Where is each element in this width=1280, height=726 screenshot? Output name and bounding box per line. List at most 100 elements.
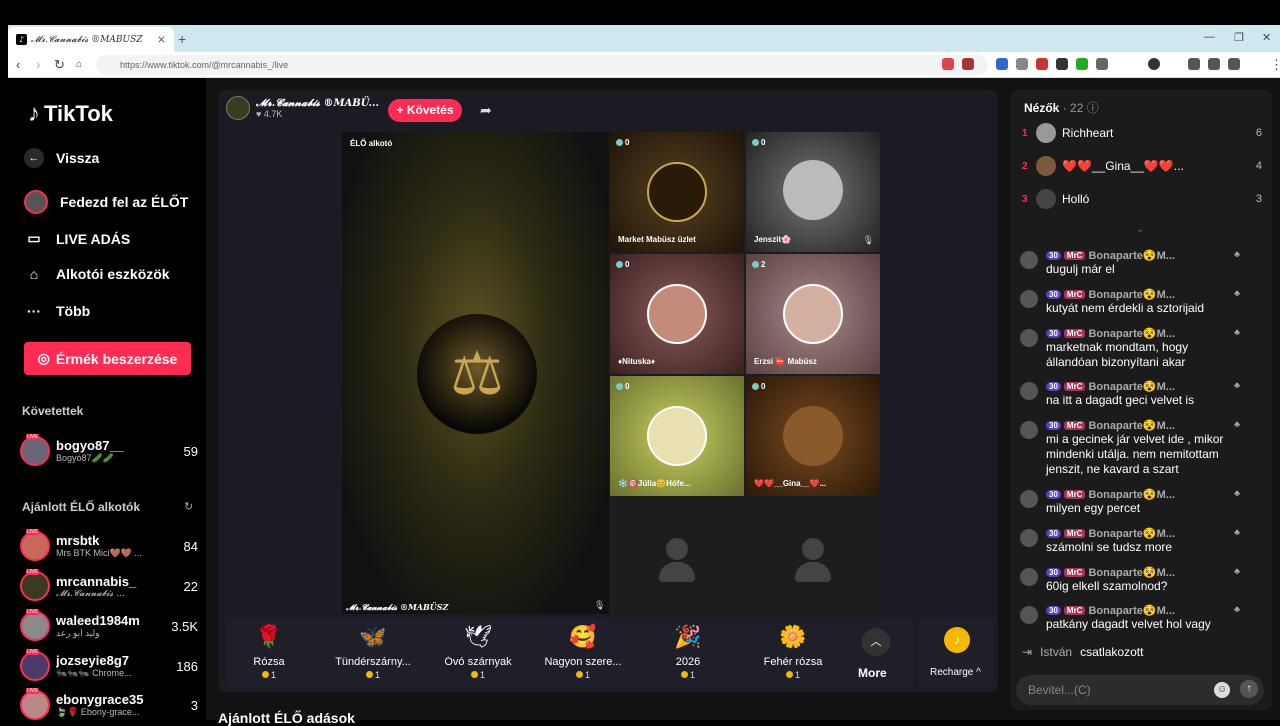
browser-tab-bar: ♪ 𝓜𝓻.𝓒𝓪𝓷𝓷𝓪𝓫𝓲𝓼 ®MABÜSZ × + — ❐ ✕ [8,25,1280,52]
recommended-account[interactable]: LIVE mrsbtk Mrs BTK Mici🤎🤎 ... 84 [20,529,198,563]
host-footer-name: 𝓜𝓻.𝓒𝓪𝓷𝓷𝓪𝓫𝓲𝓼 ®MABÜSZ [346,602,449,612]
follow-button[interactable]: + Követés [388,99,462,122]
get-coins-button[interactable]: ◎ Érmék beszerzése [24,342,191,375]
gift-item[interactable]: 🥰 Nagyon szere... 1 [538,622,628,680]
chat-username[interactable]: Bonaparte😵M... [1088,566,1174,579]
brave-shield-icon[interactable] [942,58,954,70]
mention-icon[interactable]: ♣ [1234,419,1240,429]
gift-price: 1 [224,670,314,680]
guest-tile[interactable]: 0 ❤️❤️__Gina__❤️... [746,376,880,496]
send-icon[interactable]: ↑ [1240,680,1258,698]
viewer-row[interactable]: 2 ❤️❤️__Gina__❤️❤️... 4 [1022,154,1262,178]
nav-live[interactable]: ▭ LIVE ADÁS [24,230,130,247]
chat-username[interactable]: Bonaparte😵M... [1088,604,1174,617]
share-icon[interactable]: ➦ [480,102,492,119]
recommended-account[interactable]: LIVE ebonygrace35 🍃🌹 Ebony-grace... 3 [20,688,198,722]
avatar: LIVE [20,688,50,720]
recommended-account[interactable]: LIVE waleed1984m وليد ابو رعد 3.5K [20,609,198,643]
empty-guest-slot[interactable] [610,498,744,618]
chat-username[interactable]: Bonaparte😵M... [1088,419,1174,432]
gift-item[interactable]: 🕊 Óvó szárnyak 1 [433,622,523,680]
joined-text: csatlakozott [1080,645,1144,659]
host-avatar[interactable] [226,96,250,120]
forward-icon[interactable]: › [36,57,40,72]
tiktok-logo[interactable]: ♪ TikTok [28,100,113,128]
extensions-icon[interactable] [1096,58,1108,70]
extension-icon[interactable] [1076,58,1088,70]
translate-icon[interactable] [996,58,1008,70]
extension-icon[interactable] [1036,58,1048,70]
host-info[interactable]: 𝓜𝓻.𝓒𝓪𝓷𝓷𝓪𝓫𝓲𝓼 ®MABÜ... ♥ 4.7K [226,96,379,120]
level-badge: 30 [1046,490,1061,499]
guest-tile[interactable]: 2 Erzsi ⛔ Mabüsz [746,254,880,374]
mention-icon[interactable]: ♣ [1234,527,1240,537]
guest-tile[interactable]: 0 ❄️🎯Júlia😊Hófe... [610,376,744,496]
viewer-row[interactable]: 1 Richheart 6 [1022,121,1262,145]
sidebar-icon[interactable] [1188,58,1200,70]
mention-icon[interactable]: ♣ [1234,380,1240,390]
reload-icon[interactable]: ↻ [54,57,65,73]
download-icon[interactable] [1148,58,1160,70]
close-tab-icon[interactable]: × [157,33,166,46]
viewer-row[interactable]: 3 Holló 3 [1022,187,1262,211]
refresh-icon[interactable]: ↻ [184,500,193,513]
mention-icon[interactable]: ♣ [1234,566,1240,576]
gift-item[interactable]: 🌹 Rózsa 1 [224,622,314,680]
recharge-button[interactable]: Recharge ^ [930,667,981,678]
chat-username[interactable]: Bonaparte😵M... [1088,327,1174,340]
back-icon[interactable]: ‹ [16,57,20,72]
empty-guest-slot[interactable] [746,498,880,618]
wallet-icon[interactable] [1208,58,1220,70]
chat-username[interactable]: Bonaparte😵M... [1088,249,1174,262]
guest-tile[interactable]: 0 Market Mabüsz üzlet [610,132,744,252]
more-gifts-button[interactable]: More [858,666,887,680]
coin-icon[interactable]: ♪ [944,627,970,653]
guest-tile[interactable]: 0 Jenszit🌸 🎙 [746,132,880,252]
recommended-account[interactable]: LIVE jozseyie8g7 🐜🐜🐜 Chrome... 186 [20,649,198,683]
minimize-icon[interactable]: — [1204,31,1215,43]
extension-icon[interactable] [1016,58,1028,70]
vpn-icon[interactable] [1228,58,1240,70]
nav-creator-tools[interactable]: ⌂ Alkotói eszközök [24,266,170,282]
guest-avatar [783,406,843,466]
new-tab-icon[interactable]: + [178,31,186,47]
account-name: mrsbtk [56,533,100,548]
url-field[interactable]: https://www.tiktok.com/@mrcannabis_/live [96,55,988,75]
brave-rewards-icon[interactable] [962,58,974,70]
browser-tab[interactable]: ♪ 𝓜𝓻.𝓒𝓪𝓷𝓷𝓪𝓫𝓲𝓼 ®MABÜSZ × [8,27,174,52]
chat-message: 30 MrC Bonaparte😵M... patkány dagadt velve… [1020,604,1250,632]
gift-item[interactable]: 🌼 Fehér rózsa 1 [748,622,838,680]
mention-icon[interactable]: ♣ [1234,288,1240,298]
back-link[interactable]: ← Vissza [24,148,99,168]
close-window-icon[interactable]: ✕ [1262,31,1271,44]
guest-name: ❄️🎯Júlia😊Hófe... [618,479,691,488]
info-icon[interactable]: ⓘ [1087,101,1099,115]
guest-tile[interactable]: 0 ♦Nituska♦ [610,254,744,374]
home-icon[interactable]: ⌂ [76,59,82,70]
chevron-down-icon[interactable]: ⌄ [1136,224,1144,235]
chevron-up-icon[interactable]: ︿ [862,628,890,656]
following-account[interactable]: LIVE bogyo87__ Bogyó87🥒🥒 59 [20,434,198,468]
white-rose-icon: 🌼 [779,624,807,649]
mention-icon[interactable]: ♣ [1234,488,1240,498]
guest-avatar [783,160,843,220]
extension-icon[interactable] [1056,58,1068,70]
chat-username[interactable]: Bonaparte😵M... [1088,380,1174,393]
mention-icon[interactable]: ♣ [1234,327,1240,337]
maximize-icon[interactable]: ❐ [1234,31,1244,44]
joined-user[interactable]: István [1040,645,1072,659]
nav-more[interactable]: ··· Több [24,303,90,319]
chat-username[interactable]: Bonaparte😵M... [1088,488,1174,501]
mention-icon[interactable]: ♣ [1234,249,1240,259]
gift-item[interactable]: 🎉 2026 1 [643,622,733,680]
mention-icon[interactable]: ♣ [1234,604,1240,614]
nav-explore-live[interactable]: Fedezd fel az ÉLŐT [24,190,188,214]
emoji-icon[interactable]: ☺ [1214,682,1230,698]
menu-icon[interactable]: ⋮ [1270,57,1280,73]
account-sub: Bogyó87🥒🥒 [56,453,114,463]
chat-username[interactable]: Bonaparte😵M... [1088,288,1174,301]
recommended-account[interactable]: LIVE mrcannabis_ 𝓜𝓻.𝓒𝓪𝓷𝓷𝓪𝓫𝓲𝓼 ... 22 [20,569,198,603]
gift-item[interactable]: 🦋 Tündérszárny... 1 [328,622,418,680]
chat-username[interactable]: Bonaparte😵M... [1088,527,1174,540]
fan-badge: MrC [1063,568,1086,577]
